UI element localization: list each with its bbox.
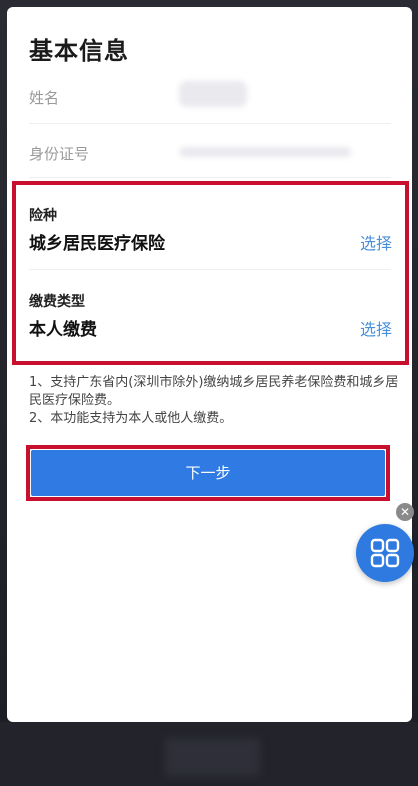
next-step-button[interactable]: 下一步 xyxy=(31,450,385,496)
name-value-redacted xyxy=(179,81,247,107)
payment-type-value: 本人缴费 xyxy=(29,320,97,340)
insurance-type-value: 城乡居民医疗保险 xyxy=(29,234,165,254)
bottom-blurred-region xyxy=(165,738,260,776)
payment-type-label: 缴费类型 xyxy=(29,294,85,310)
id-number-label: 身份证号 xyxy=(29,145,90,163)
app-screen: 基本信息 姓名 身份证号 险种 城乡居民医疗保险 选择 缴费类型 本人缴费 选择… xyxy=(7,7,412,722)
page-title: 基本信息 xyxy=(29,37,129,65)
note-line-2: 2、本功能支持为本人或他人缴费。 xyxy=(29,411,233,426)
notes: 1、支持广东省内(深圳市除外)缴纳城乡居民养老保险费和城乡居民医疗保险费。 2、… xyxy=(29,374,409,428)
divider xyxy=(29,269,391,270)
divider xyxy=(29,177,391,178)
close-icon[interactable]: ✕ xyxy=(396,503,414,521)
name-label: 姓名 xyxy=(29,89,60,107)
payment-type-select-button[interactable]: 选择 xyxy=(360,316,392,340)
id-number-value-redacted xyxy=(179,147,351,157)
grid-icon xyxy=(370,538,400,568)
insurance-type-label: 险种 xyxy=(29,208,57,224)
note-line-1: 1、支持广东省内(深圳市除外)缴纳城乡居民养老保险费和城乡居民医疗保险费。 xyxy=(29,375,399,408)
insurance-type-select-button[interactable]: 选择 xyxy=(360,230,392,254)
divider xyxy=(29,123,391,124)
menu-grid-button[interactable] xyxy=(356,524,414,582)
